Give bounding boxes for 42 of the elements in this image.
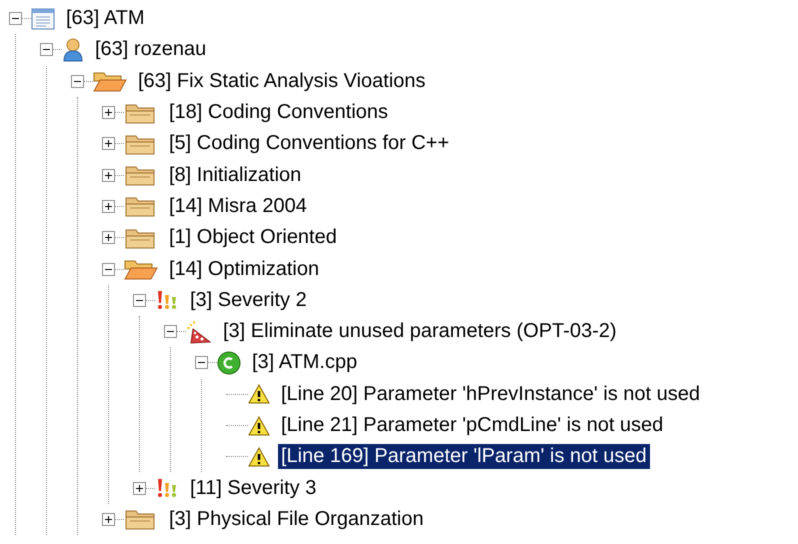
exclamation-marks-icon (155, 289, 179, 312)
collapse-toggle[interactable] (71, 74, 84, 88)
warning-icon (248, 384, 270, 404)
collapse-toggle[interactable] (164, 325, 177, 338)
tree-item[interactable]: [11] Severity 3 (187, 476, 320, 501)
tree-item[interactable]: [3] Severity 2 (187, 288, 310, 313)
expand-toggle[interactable] (102, 137, 115, 150)
collapse-toggle[interactable] (133, 294, 146, 307)
warning-icon (248, 446, 270, 467)
tree-item[interactable]: [5] Coding Conventions for C++ (166, 131, 452, 156)
tree-item[interactable]: [63] rozenau (92, 37, 210, 62)
warning-icon (248, 416, 270, 436)
tree-item[interactable]: [Line 20] Parameter 'hPrevInstance' is not used (278, 382, 703, 407)
tree-item[interactable]: [63] ATM (63, 6, 148, 32)
tree-item[interactable]: [Line 21] Parameter 'pCmdLine' is not used (278, 413, 666, 438)
open-folder-icon (93, 70, 127, 92)
open-folder-icon (124, 258, 158, 280)
tree-item[interactable]: [63] Fix Static Analysis Vioations (135, 68, 429, 94)
tree-item[interactable]: [Line 169] Parameter 'lParam' is not used (278, 444, 650, 470)
tree-item[interactable]: [3] ATM.cpp (249, 350, 360, 376)
tree-item[interactable]: [8] Initialization (166, 162, 304, 188)
tree-item[interactable]: [1] Object Oriented (166, 225, 340, 250)
collapse-toggle[interactable] (40, 43, 53, 56)
letter-c-circle-icon (217, 350, 241, 375)
collapse-toggle[interactable] (9, 12, 22, 26)
document-window-icon (31, 8, 55, 30)
tree-item[interactable]: [18] Coding Conventions (166, 100, 392, 126)
collapse-toggle[interactable] (195, 356, 208, 370)
expand-toggle[interactable] (102, 168, 115, 182)
tree-item[interactable]: [14] Misra 2004 (166, 194, 310, 219)
exclamation-marks-icon (155, 477, 179, 500)
party-hat-icon (186, 320, 212, 344)
collapse-toggle[interactable] (102, 262, 115, 276)
tree-item[interactable]: [14] Optimization (166, 256, 322, 282)
person-icon (62, 38, 84, 62)
expand-toggle[interactable] (102, 231, 115, 244)
expand-toggle[interactable] (102, 512, 115, 526)
expand-toggle[interactable] (133, 482, 146, 495)
tree-item[interactable]: [3] Eliminate unused parameters (OPT-03-2) (220, 319, 620, 344)
expand-toggle[interactable] (102, 106, 115, 120)
tree-item[interactable]: [3] Physical File Organzation (166, 506, 427, 532)
expand-toggle[interactable] (102, 200, 115, 213)
